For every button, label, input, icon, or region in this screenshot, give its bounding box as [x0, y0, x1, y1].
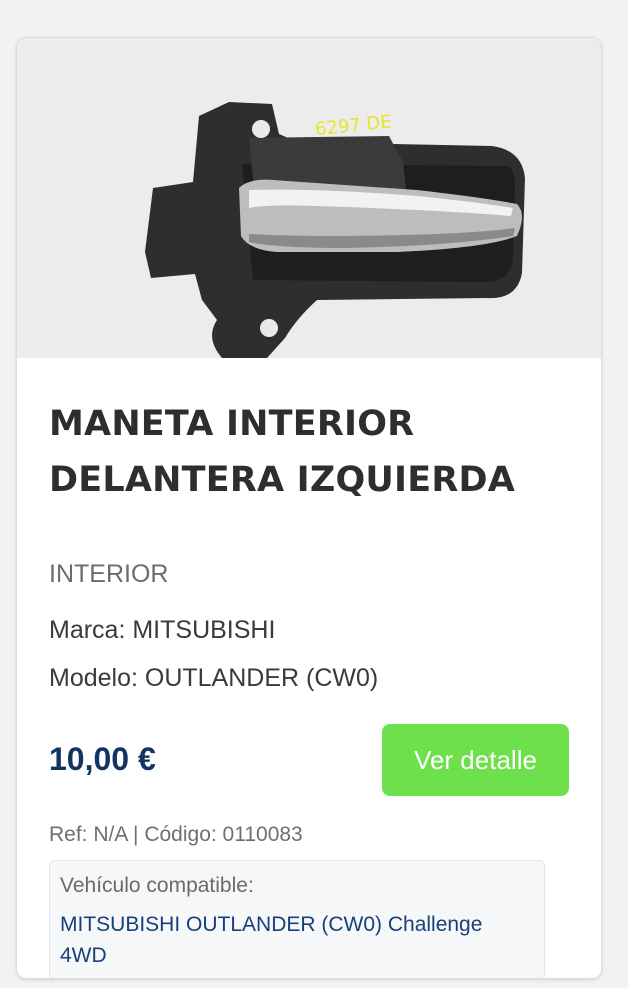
compatible-vehicle-label: Vehículo compatible:: [60, 874, 254, 897]
product-title[interactable]: MANETA INTERIOR DELANTERA IZQUIERDA: [49, 396, 579, 508]
product-price: 10,00 €: [49, 741, 156, 777]
product-card[interactable]: 6297 DE MANETA INTERIOR DELANTERA IZQUIE…: [16, 37, 602, 979]
product-image[interactable]: 6297 DE: [17, 38, 601, 358]
compatible-vehicle-link[interactable]: MITSUBISHI OUTLANDER (CW0) Challenge 4WD: [60, 909, 534, 971]
view-detail-button[interactable]: Ver detalle: [382, 724, 569, 796]
product-category: INTERIOR: [49, 560, 169, 588]
product-model: Modelo: OUTLANDER (CW0): [49, 664, 379, 692]
product-reference: Ref: N/A | Código: 0110083: [49, 823, 303, 846]
product-brand: Marca: MITSUBISHI: [49, 616, 276, 644]
compatible-vehicle-box: Vehículo compatible: MITSUBISHI OUTLANDE…: [49, 860, 545, 978]
door-handle-photo: 6297 DE: [17, 38, 601, 358]
